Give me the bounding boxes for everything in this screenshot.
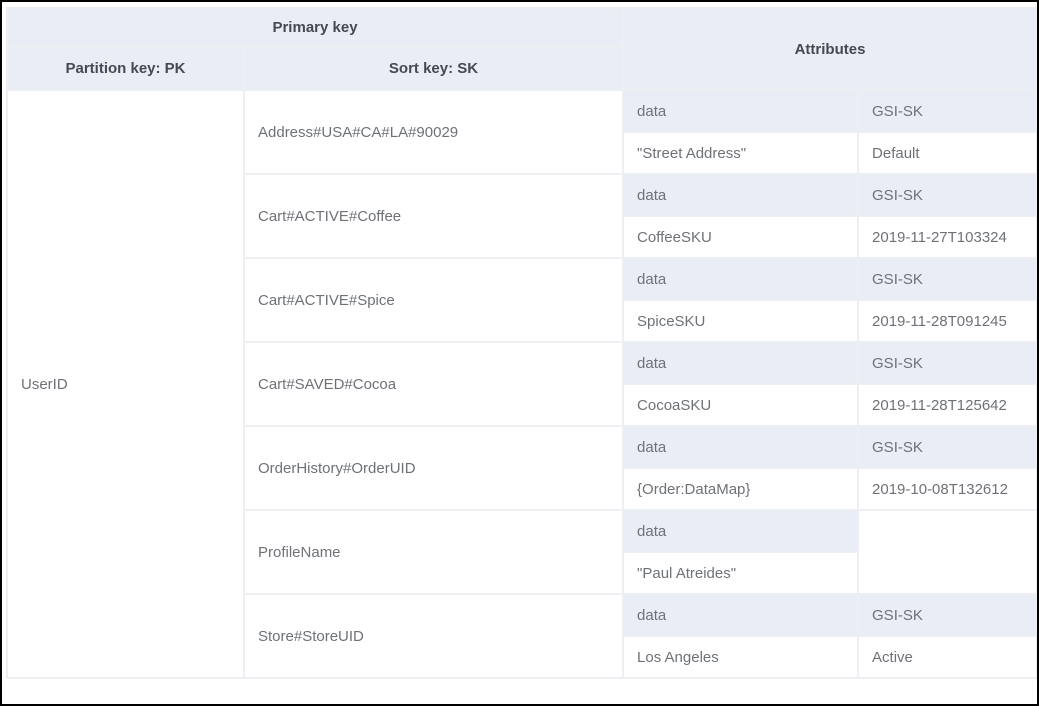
gsi-sk-value-cell: 2019-11-28T125642: [858, 384, 1037, 426]
sort-key-header: Sort key: SK: [244, 46, 623, 90]
attr-value-cell: CoffeeSKU: [623, 216, 858, 258]
gsi-sk-value-cell: 2019-11-28T091245: [858, 300, 1037, 342]
gsi-sk-header-cell: GSI-SK: [858, 174, 1037, 216]
sort-key-cell: Cart#ACTIVE#Spice: [244, 258, 623, 342]
gsi-sk-header-cell: GSI-SK: [858, 594, 1037, 636]
table-body: UserIDAddress#USA#CA#LA#90029dataGSI-SK"…: [7, 90, 1037, 678]
attribute-row: UserIDAddress#USA#CA#LA#90029dataGSI-SK: [7, 90, 1037, 132]
sort-key-cell: Cart#SAVED#Cocoa: [244, 342, 623, 426]
attr-name-cell: data: [623, 426, 858, 468]
sort-key-cell: ProfileName: [244, 510, 623, 594]
gsi-sk-header-cell: GSI-SK: [858, 90, 1037, 132]
screenshot-frame: Primary key Attributes Partition key: PK…: [0, 0, 1039, 706]
attr-name-cell: data: [623, 174, 858, 216]
sort-key-cell: Cart#ACTIVE#Coffee: [244, 174, 623, 258]
gsi-sk-value-cell: 2019-11-27T103324: [858, 216, 1037, 258]
attr-value-cell: "Street Address": [623, 132, 858, 174]
attr-name-cell: data: [623, 90, 858, 132]
partition-key-header: Partition key: PK: [7, 46, 244, 90]
dynamodb-schema-table: Primary key Attributes Partition key: PK…: [6, 7, 1038, 679]
gsi-sk-header-cell: GSI-SK: [858, 258, 1037, 300]
sort-key-cell: Store#StoreUID: [244, 594, 623, 678]
partition-key-value-cell: UserID: [7, 90, 244, 678]
primary-key-header: Primary key: [7, 8, 623, 46]
attributes-header: Attributes: [623, 8, 1037, 90]
attr-value-cell: "Paul Atreides": [623, 552, 858, 594]
gsi-sk-value-cell: Default: [858, 132, 1037, 174]
gsi-sk-value-cell: 2019-10-08T132612: [858, 468, 1037, 510]
attr-name-cell: data: [623, 510, 858, 552]
sort-key-cell: OrderHistory#OrderUID: [244, 426, 623, 510]
gsi-sk-header-cell: GSI-SK: [858, 426, 1037, 468]
attr-name-cell: data: [623, 342, 858, 384]
attr-value-cell: Los Angeles: [623, 636, 858, 678]
gsi-sk-value-cell: Active: [858, 636, 1037, 678]
attr-name-cell: data: [623, 594, 858, 636]
empty-attr-cell: [858, 510, 1037, 594]
gsi-sk-header-cell: GSI-SK: [858, 342, 1037, 384]
attr-name-cell: data: [623, 258, 858, 300]
attr-value-cell: {Order:DataMap}: [623, 468, 858, 510]
table-header-row-1: Primary key Attributes: [7, 8, 1037, 46]
attr-value-cell: CocoaSKU: [623, 384, 858, 426]
sort-key-cell: Address#USA#CA#LA#90029: [244, 90, 623, 174]
attr-value-cell: SpiceSKU: [623, 300, 858, 342]
